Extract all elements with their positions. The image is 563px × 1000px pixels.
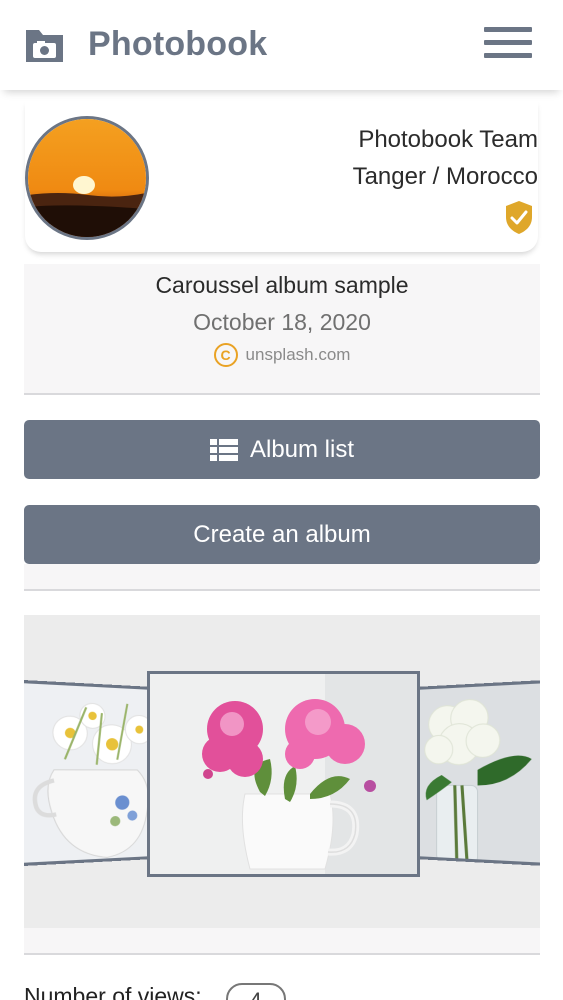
list-icon (209, 438, 238, 461)
views-label: Number of views: (24, 983, 202, 1000)
peonies-photo (150, 674, 417, 874)
avatar[interactable] (25, 116, 149, 240)
copyright-icon: C (213, 343, 238, 367)
photo-credit: C unsplash.com (24, 343, 540, 367)
profile-card: Photobook Team Tanger / Morocco (25, 100, 538, 252)
section-spacer (24, 928, 540, 954)
app-header: Photobook (0, 0, 563, 90)
folder-camera-icon[interactable] (24, 26, 65, 64)
daisies-photo (24, 683, 155, 867)
owner-location: Tanger / Morocco (352, 163, 538, 190)
album-list-label: Album list (249, 435, 355, 463)
album-info-panel: Caroussel album sample October 18, 2020 … (24, 264, 540, 394)
owner-name[interactable]: Photobook Team (358, 126, 538, 154)
carousel-slide-right[interactable] (414, 679, 540, 867)
create-album-button[interactable]: Create an album (24, 505, 540, 564)
credit-source[interactable]: unsplash.com (246, 345, 351, 365)
divider (24, 589, 540, 591)
views-stat: Number of views: 4 (24, 983, 286, 1000)
photo-carousel[interactable] (24, 615, 540, 928)
album-title: Caroussel album sample (155, 272, 409, 298)
create-album-label: Create an album (193, 520, 371, 548)
sunset-photo (28, 119, 146, 237)
views-count-badge: 4 (225, 983, 286, 1000)
app-title[interactable]: Photobook (88, 25, 267, 64)
album-date: October 18, 2020 (193, 309, 371, 335)
hamburger-menu-icon[interactable] (484, 27, 532, 61)
album-list-button[interactable]: Album list (24, 420, 540, 479)
divider (24, 953, 540, 955)
divider (24, 393, 540, 395)
carousel-slide-center[interactable] (147, 671, 420, 877)
section-spacer (24, 564, 540, 590)
verified-shield-check-icon (506, 201, 532, 234)
hydrangea-photo (416, 682, 540, 867)
carousel-slide-left[interactable] (24, 679, 155, 867)
